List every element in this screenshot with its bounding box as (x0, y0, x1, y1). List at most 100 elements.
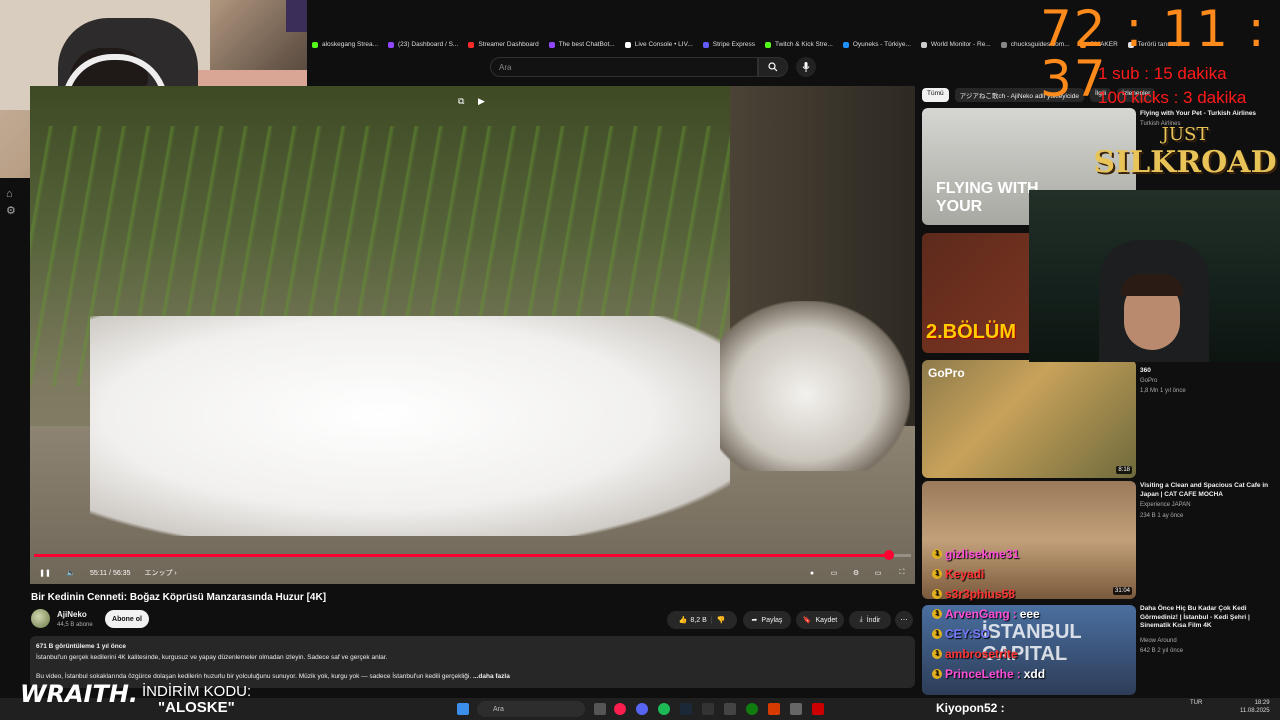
fullscreen-button[interactable]: ⛶ (889, 565, 915, 581)
bookmark-item[interactable]: aloskegang Strea... (307, 36, 383, 53)
bookmark-label: (23) Dashboard / S... (398, 41, 459, 48)
promo-code: "ALOSKE" (158, 699, 235, 716)
voice-search-button[interactable] (796, 57, 816, 77)
chapter-label[interactable]: エンップ › (144, 565, 176, 581)
download-button[interactable]: ⤓ İndir (849, 611, 891, 629)
search-button[interactable] (758, 57, 788, 77)
bookmark-label: Oyuneks - Türkiye... (852, 41, 911, 48)
autoplay-toggle[interactable]: ● (801, 565, 823, 581)
description-line: İstanbul'un gerçek kedilerini 4K kalites… (36, 654, 388, 661)
like-button[interactable]: 👍 8,2 B (678, 616, 707, 625)
volume-button[interactable]: 🔈 (60, 565, 82, 581)
bookmark-item[interactable]: Twitch & Kick Stre... (760, 36, 838, 53)
progress-fill (34, 554, 890, 557)
current-time: 55:11 (90, 569, 107, 577)
xbox-icon[interactable] (746, 703, 758, 715)
chat-username: PrinceLethe (945, 667, 1014, 681)
app-icon[interactable] (768, 703, 780, 715)
download-icon: ⤓ (859, 616, 863, 623)
steam-icon[interactable] (680, 703, 692, 715)
save-button[interactable]: 🔖 Kaydet (796, 611, 844, 629)
recommended-channel: Meow Around (1140, 638, 1177, 644)
settings-icon[interactable]: ⚙ (6, 204, 18, 217)
video-title: Bir Kedinin Cenneti: Boğaz Köprüsü Manza… (31, 592, 327, 603)
subscribe-button[interactable]: Abone ol (105, 610, 149, 628)
filter-chip[interactable]: Tümü (922, 88, 949, 102)
spotify-icon[interactable] (658, 703, 670, 715)
recommended-meta: 642 B 2 yıl önce (1140, 648, 1184, 654)
more-icon: ⋯ (900, 617, 908, 624)
promo-label: İNDİRİM KODU: (142, 683, 252, 700)
theater-button[interactable]: ▭ (867, 565, 889, 581)
app-icon[interactable] (790, 703, 802, 715)
subscriber-badge-icon: 1 (932, 669, 942, 679)
settings-button[interactable]: ⚙ (845, 565, 867, 581)
bookmark-item[interactable]: Live Console • LIV... (620, 36, 698, 53)
browser-side-panel: ⌂ ⚙ (0, 178, 24, 698)
play-next-icon[interactable]: ▶ (478, 96, 485, 107)
chat-message: 1 CEY:SO (932, 624, 1132, 644)
more-actions-button[interactable]: ⋯ (895, 611, 913, 629)
bookmark-item[interactable]: Stripe Express (698, 36, 760, 53)
subscriber-badge-icon: 1 (932, 569, 942, 579)
recommended-title[interactable]: 360 (1140, 367, 1275, 376)
bookmark-favicon-icon (702, 41, 709, 48)
recommended-meta: 234 B 1 ay önce (1140, 513, 1184, 519)
show-more-link[interactable]: ...daha fazla (473, 673, 510, 680)
pause-icon: ❚❚ (39, 570, 51, 577)
windows-start-icon[interactable] (457, 703, 469, 715)
chat-username: CEY:SO (945, 627, 991, 641)
total-time: 56:35 (112, 569, 131, 577)
bookmark-favicon-icon (548, 41, 555, 48)
bookmark-item[interactable]: The best ChatBot... (544, 36, 620, 53)
description-box[interactable]: 671 B görüntüleme 1 yıl önce İstanbul'un… (30, 636, 915, 688)
chat-message: 1 Keyadi (932, 564, 1132, 584)
gear-icon: ⚙ (852, 570, 860, 577)
recommended-title[interactable]: Daha Önce Hiç Bu Kadar Çok Kedi Görmedin… (1140, 605, 1275, 631)
search-input[interactable]: Ara (490, 57, 758, 77)
channel-avatar[interactable] (31, 609, 50, 628)
bookmark-favicon-icon (312, 41, 318, 48)
recommended-thumbnail[interactable]: GoPro 8:18 (922, 360, 1136, 478)
channel-name[interactable]: AjiNeko (57, 610, 87, 619)
share-button[interactable]: ➦ Paylaş (743, 611, 791, 629)
thumbs-down-icon: 👎 (716, 617, 726, 624)
bookmark-favicon-icon (388, 41, 395, 48)
tray-language[interactable]: TUR (1190, 700, 1202, 706)
chat-username: gizlisekme31 (945, 547, 1020, 561)
app-icon[interactable] (812, 703, 824, 715)
chat-message: 1 ambrosetrite (932, 644, 1132, 664)
bookmark-item[interactable]: World Monitor - Re... (916, 36, 996, 53)
game-logo: JUST SILKROAD (1093, 124, 1277, 180)
dislike-button[interactable]: 👎 (717, 616, 726, 624)
kick-rate-label: 100 kicks : 3 dakika (1098, 88, 1247, 107)
search-icon (768, 62, 778, 72)
bookmark-item[interactable]: Oyuneks - Türkiye... (838, 36, 916, 53)
chat-message-bottom: Kiyopon52 : (936, 701, 1005, 715)
video-player[interactable]: ⧉ ▶ (30, 86, 915, 584)
system-clock[interactable]: 18:29 11.08.2025 (1240, 699, 1270, 715)
description-line: Bu video, İstanbul sokaklarında özgürce … (36, 673, 510, 680)
subscriber-count: 44,5 B abone (57, 622, 93, 628)
bookmark-item[interactable]: Streamer Dashboard (463, 36, 543, 53)
bookmark-favicon-icon (1000, 41, 1007, 48)
home-icon[interactable]: ⌂ (6, 188, 18, 200)
taskbar-search[interactable]: Ara (477, 701, 585, 717)
theater-icon: ▭ (874, 570, 882, 577)
subscriber-badge-icon: 1 (932, 549, 942, 559)
bookmark-label: Stripe Express (712, 41, 756, 48)
bookmark-favicon-icon (920, 41, 927, 48)
miniplayer-icon[interactable]: ⧉ (458, 96, 464, 107)
bookmark-item[interactable]: (23) Dashboard / S... (383, 36, 463, 53)
epic-games-icon[interactable] (702, 703, 714, 715)
discord-icon[interactable] (636, 703, 648, 715)
autoplay-icon: ● (809, 569, 815, 577)
task-view-icon[interactable] (594, 703, 606, 715)
progress-scrubber[interactable] (884, 550, 895, 560)
opera-gx-icon[interactable] (614, 703, 626, 715)
obs-icon[interactable] (724, 703, 736, 715)
recommended-title[interactable]: Visiting a Clean and Spacious Cat Cafe i… (1140, 482, 1275, 499)
subtitles-button[interactable]: ▭ (823, 565, 845, 581)
thumbs-up-icon: 👍 (678, 617, 688, 624)
pause-button[interactable]: ❚❚ (30, 565, 60, 581)
